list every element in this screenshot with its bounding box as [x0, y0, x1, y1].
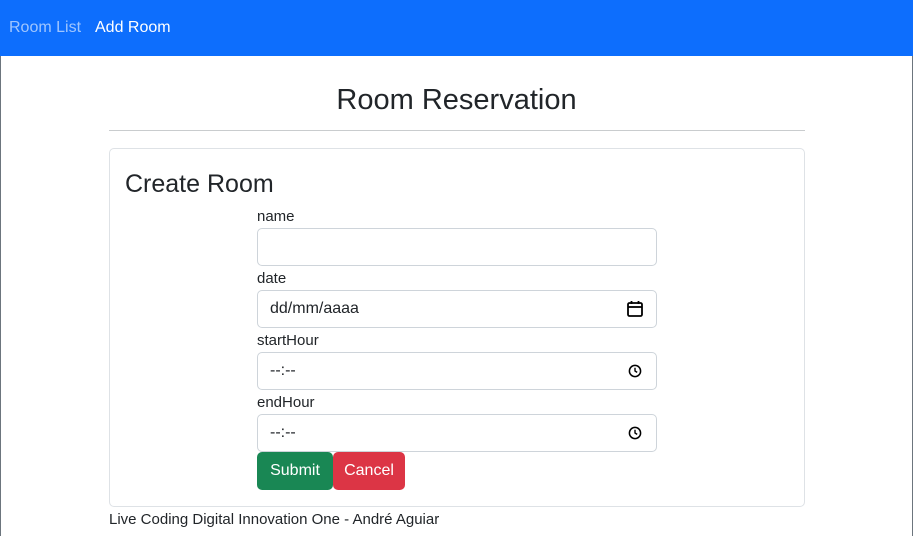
start-hour-input-value: --:--: [270, 362, 296, 379]
date-input-value: dd/mm/aaaa: [270, 300, 359, 317]
navbar: Room List Add Room: [0, 0, 913, 56]
title-divider: [109, 130, 805, 131]
end-hour-input-value: --:--: [270, 424, 296, 441]
card-title: Create Room: [125, 170, 274, 198]
start-hour-input[interactable]: --:--: [257, 352, 657, 390]
nav-link-add-room[interactable]: Add Room: [95, 18, 171, 38]
date-label: date: [257, 270, 287, 287]
clock-icon[interactable]: [626, 362, 644, 380]
cancel-button[interactable]: Cancel: [333, 452, 405, 490]
end-hour-label: endHour: [257, 394, 315, 411]
end-hour-input[interactable]: --:--: [257, 414, 657, 452]
calendar-icon[interactable]: [626, 300, 644, 318]
page-title: Room Reservation: [336, 84, 577, 116]
date-input[interactable]: dd/mm/aaaa: [257, 290, 657, 328]
name-label: name: [257, 208, 295, 225]
clock-icon[interactable]: [626, 424, 644, 442]
name-input[interactable]: [257, 228, 657, 266]
footer-text: Live Coding Digital Innovation One - And…: [109, 511, 440, 528]
start-hour-label: startHour: [257, 332, 319, 349]
nav-link-room-list[interactable]: Room List: [9, 18, 81, 38]
submit-button[interactable]: Submit: [257, 452, 333, 490]
